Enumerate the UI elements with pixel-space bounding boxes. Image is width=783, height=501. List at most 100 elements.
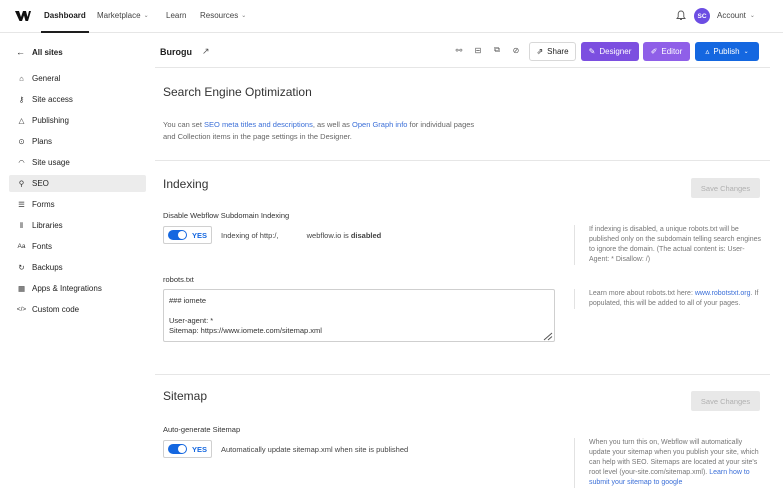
designer-button[interactable]: ✎ Designer — [581, 42, 639, 61]
sitemap-save-button[interactable]: Save Changes — [691, 391, 760, 411]
arrow-left-icon: ← — [16, 47, 25, 57]
indexing-status-domain: webflow.io is — [306, 231, 351, 240]
pencil-icon: ✐ — [650, 47, 658, 56]
sidebar-item-backups[interactable]: ↻ Backups — [9, 259, 146, 276]
nav-learn-label: Learn — [166, 11, 187, 20]
back-to-all-sites[interactable]: ← All sites — [16, 47, 63, 57]
publish-button[interactable]: ▵ Publish ⌄ — [695, 42, 759, 61]
libraries-icon: ⫴ — [19, 220, 24, 230]
sidebar-item-label: Backups — [32, 263, 63, 272]
section-divider — [155, 160, 770, 161]
settings-off-icon[interactable]: ⊘ — [511, 45, 521, 55]
nav-marketplace-label: Marketplace — [97, 11, 141, 20]
sidebar-item-general[interactable]: ⌂ General — [9, 70, 146, 87]
avatar-initials: SC — [697, 12, 707, 20]
external-link-icon[interactable]: ↗ — [202, 46, 210, 57]
robots-help-text-1: Learn more about robots.txt here: — [589, 290, 695, 297]
seo-intro-text-3: for individual pages — [407, 120, 475, 129]
editor-label: Editor — [661, 47, 683, 56]
nav-dashboard[interactable]: Dashboard — [41, 11, 89, 33]
sidebar-item-label: Libraries — [32, 221, 63, 230]
account-label: Account — [717, 11, 746, 20]
sidebar-item-site-access[interactable]: ⚷ Site access — [9, 91, 146, 108]
auto-sitemap-label: Auto-generate Sitemap — [163, 425, 241, 434]
sidebar-item-plans[interactable]: ⊙ Plans — [9, 133, 146, 150]
rocket-icon: ▵ — [705, 47, 710, 56]
robotstxt-link[interactable]: www.robotstxt.org — [695, 290, 751, 297]
disable-indexing-toggle[interactable]: YES — [163, 226, 212, 244]
fonts-icon: Aa — [17, 243, 26, 250]
seo-intro-text-4: and Collection items in the page setting… — [163, 132, 352, 141]
indexing-status-prefix: Indexing of http:/, — [221, 231, 279, 240]
indexing-status-value: disabled — [350, 231, 382, 240]
home-icon: ⌂ — [19, 74, 24, 83]
robots-help-text: Learn more about robots.txt here: www.ro… — [574, 289, 764, 309]
bell-icon[interactable] — [676, 10, 686, 21]
tools-icon[interactable]: ⚯ — [454, 45, 464, 55]
sidebar-item-label: Site access — [32, 95, 73, 104]
sidebar-item-fonts[interactable]: Aa Fonts — [9, 238, 146, 255]
designer-label: Designer — [599, 47, 632, 56]
sitemap-help-text: When you turn this on, Webflow will auto… — [574, 438, 764, 488]
sidebar-item-site-usage[interactable]: ◠ Site usage — [9, 154, 146, 171]
toggle-label: YES — [192, 444, 208, 454]
section-divider — [155, 374, 770, 375]
auto-sitemap-toggle[interactable]: YES — [163, 440, 212, 458]
toggle-switch — [168, 444, 187, 454]
disable-indexing-label: Disable Webflow Subdomain Indexing — [163, 211, 290, 220]
avatar[interactable]: SC — [694, 8, 710, 24]
indexing-help-text: If indexing is disabled, a unique robots… — [574, 225, 764, 265]
chevron-down-icon: ⌄ — [749, 13, 755, 19]
open-graph-link[interactable]: Open Graph info — [352, 120, 407, 129]
nav-resources[interactable]: Resources ⌄ — [200, 11, 246, 20]
seo-meta-link[interactable]: SEO meta titles and descriptions — [204, 120, 313, 129]
share-label: Share — [547, 47, 569, 56]
sidebar-item-label: General — [32, 74, 61, 83]
sidebar-item-publishing[interactable]: △ Publishing — [9, 112, 146, 129]
archive-icon[interactable]: ⊟ — [473, 45, 483, 55]
sidebar-item-label: Publishing — [32, 116, 69, 125]
forms-icon: ☰ — [18, 200, 25, 209]
nav-learn[interactable]: Learn — [166, 11, 186, 20]
plans-icon: ⊙ — [18, 137, 25, 146]
account-menu[interactable]: Account ⌄ — [717, 11, 755, 20]
resize-handle-icon[interactable] — [543, 332, 553, 341]
indexing-save-button[interactable]: Save Changes — [691, 178, 760, 198]
nav-dashboard-label: Dashboard — [44, 11, 86, 20]
share-icon: ⇗ — [536, 47, 544, 56]
chevron-down-icon: ⌄ — [743, 49, 749, 55]
sidebar-item-forms[interactable]: ☰ Forms — [9, 196, 146, 213]
seo-intro-text-1: You can set — [163, 120, 205, 129]
toggle-label: YES — [192, 230, 208, 240]
sidebar-item-apps-integrations[interactable]: ▦ Apps & Integrations — [9, 280, 146, 297]
editor-button[interactable]: ✐ Editor — [643, 42, 690, 61]
top-nav: Dashboard Marketplace ⌄ Learn Resources ⌄ … — [0, 0, 783, 33]
sidebar-item-seo[interactable]: ⚲ SEO — [9, 175, 146, 192]
sidebar: ← All sites ⌂ General ⚷ Site access △ Publi… — [0, 33, 155, 501]
duplicate-icon[interactable]: ⧉ — [492, 45, 502, 55]
toggle-switch — [168, 230, 187, 240]
sidebar-item-libraries[interactable]: ⫴ Libraries — [9, 217, 146, 234]
back-label: All sites — [32, 47, 63, 57]
sidebar-item-label: Apps & Integrations — [32, 284, 102, 293]
share-button[interactable]: ⇗ Share — [529, 42, 576, 61]
sidebar-item-label: Fonts — [32, 242, 53, 251]
sidebar-item-label: Site usage — [32, 158, 70, 167]
auto-sitemap-desc: Automatically update sitemap.xml when si… — [221, 445, 409, 454]
search-icon: ⚲ — [18, 179, 25, 188]
key-icon: ⚷ — [18, 95, 25, 104]
sidebar-item-custom-code[interactable]: </> Custom code — [9, 301, 146, 318]
webflow-logo-icon[interactable] — [15, 10, 31, 22]
indexing-status: Indexing of http:/, webflow.io is disabl… — [221, 231, 381, 240]
sidebar-item-label: Custom code — [32, 305, 80, 314]
indexing-title: Indexing — [163, 177, 209, 191]
robots-textarea[interactable]: ### iomete User-agent: * Sitemap: https:… — [163, 289, 555, 342]
sitemap-title: Sitemap — [163, 389, 208, 403]
seo-intro-text-2: , as well as — [312, 120, 353, 129]
header-divider — [155, 67, 770, 68]
nav-marketplace[interactable]: Marketplace ⌄ — [97, 11, 149, 20]
sidebar-item-label: Forms — [32, 200, 55, 209]
brush-icon: ✎ — [588, 47, 596, 56]
code-icon: </> — [16, 306, 27, 313]
site-title: Burogu ↗ — [160, 46, 210, 57]
